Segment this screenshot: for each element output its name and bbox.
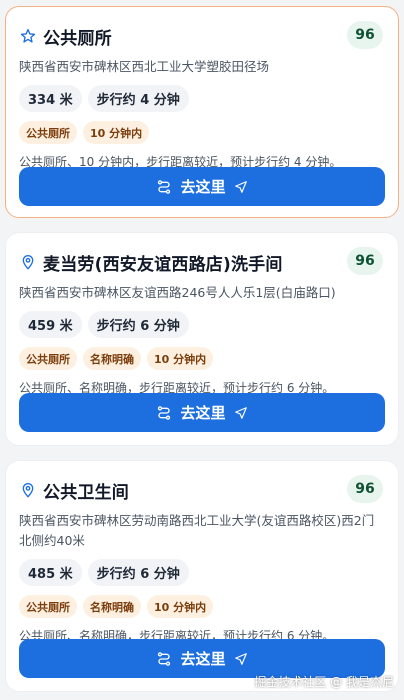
- go-here-button[interactable]: 去这里: [19, 393, 385, 432]
- metrics-row: 485 米 步行约 6 分钟: [19, 559, 385, 586]
- go-here-button[interactable]: 去这里: [19, 167, 385, 206]
- distance-chip: 334 米: [19, 85, 82, 112]
- card-title: 公共卫生间: [43, 482, 129, 503]
- score-badge: 96: [347, 247, 383, 275]
- result-card[interactable]: 麦当劳(西安友谊西路店)洗手间 96 陕西省西安市碑林区友谊西路246号人人乐1…: [5, 232, 399, 446]
- navigate-arrow-icon: [234, 652, 248, 666]
- location-pin-icon: [19, 481, 37, 499]
- card-header: 麦当劳(西安友谊西路店)洗手间 96: [19, 247, 385, 277]
- go-here-label: 去这里: [180, 650, 226, 668]
- card-header: 公共厕所 96: [19, 21, 385, 51]
- tag: 公共厕所: [19, 347, 77, 370]
- walk-time-chip: 步行约 6 分钟: [87, 559, 189, 586]
- go-here-label: 去这里: [180, 178, 226, 196]
- distance-chip: 459 米: [19, 311, 82, 338]
- walk-time-chip: 步行约 4 分钟: [87, 85, 189, 112]
- go-here-label: 去这里: [180, 404, 226, 422]
- route-icon: [156, 179, 172, 195]
- tag: 名称明确: [83, 347, 141, 370]
- metrics-row: 334 米 步行约 4 分钟: [19, 85, 385, 112]
- tag: 名称明确: [83, 595, 141, 618]
- walk-time-chip: 步行约 6 分钟: [87, 311, 189, 338]
- tag: 10 分钟内: [147, 347, 214, 370]
- tag: 公共厕所: [19, 595, 77, 618]
- route-icon: [156, 651, 172, 667]
- tag: 10 分钟内: [83, 121, 150, 144]
- card-title: 公共厕所: [43, 28, 112, 49]
- card-title: 麦当劳(西安友谊西路店)洗手间: [43, 254, 283, 275]
- card-address: 陕西省西安市碑林区劳动南路西北工业大学(友谊西路校区)西2门北侧约40米: [19, 513, 375, 548]
- tag: 公共厕所: [19, 121, 77, 144]
- navigate-arrow-icon: [234, 406, 248, 420]
- tag: 10 分钟内: [147, 595, 214, 618]
- metrics-row: 459 米 步行约 6 分钟: [19, 311, 385, 338]
- tags-row: 公共厕所 名称明确 10 分钟内: [19, 595, 385, 618]
- results-list: 公共厕所 96 陕西省西安市碑林区西北工业大学塑胶田径场 334 米 步行约 4…: [0, 0, 404, 700]
- score-badge: 96: [347, 475, 383, 503]
- navigate-arrow-icon: [234, 180, 248, 194]
- score-badge: 96: [347, 21, 383, 49]
- result-card[interactable]: 公共厕所 96 陕西省西安市碑林区西北工业大学塑胶田径场 334 米 步行约 4…: [5, 6, 399, 218]
- result-card[interactable]: 公共卫生间 96 陕西省西安市碑林区劳动南路西北工业大学(友谊西路校区)西2门北…: [5, 460, 399, 692]
- star-icon[interactable]: [19, 27, 37, 45]
- card-address: 陕西省西安市碑林区友谊西路246号人人乐1层(白庙路口): [19, 285, 336, 300]
- tags-row: 公共厕所 名称明确 10 分钟内: [19, 347, 385, 370]
- card-header: 公共卫生间 96: [19, 475, 385, 505]
- card-address: 陕西省西安市碑林区西北工业大学塑胶田径场: [19, 59, 270, 74]
- route-icon: [156, 405, 172, 421]
- tags-row: 公共厕所 10 分钟内: [19, 121, 385, 144]
- watermark: 掘金技术社区 @ 我是杰尼: [254, 675, 394, 689]
- location-pin-icon: [19, 253, 37, 271]
- distance-chip: 485 米: [19, 559, 82, 586]
